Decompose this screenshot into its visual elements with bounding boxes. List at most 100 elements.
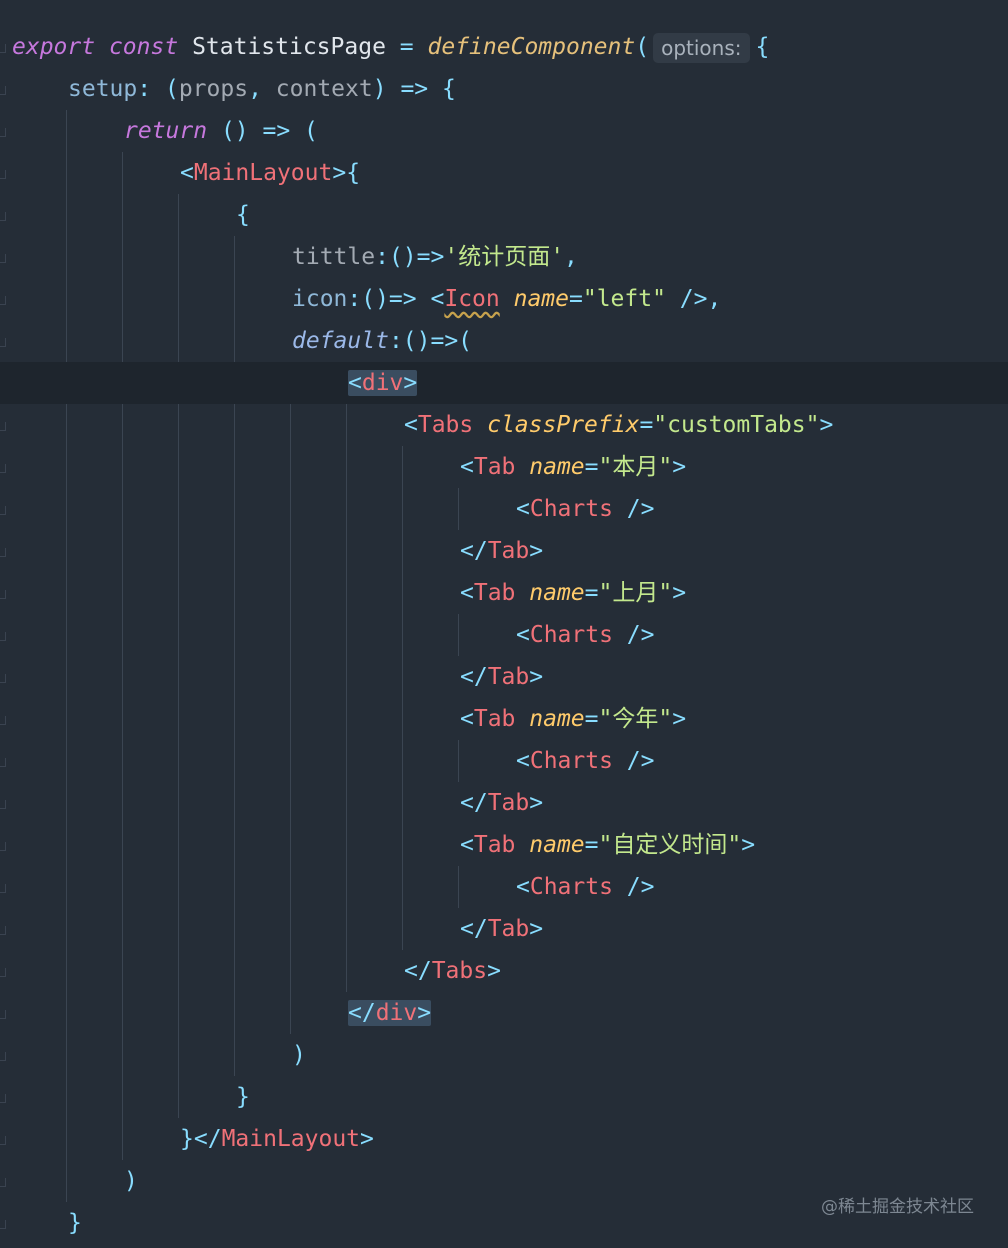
token-bracket: >: [403, 370, 418, 396]
token-tag: Charts: [529, 748, 613, 774]
token-param: props: [178, 76, 249, 102]
token-bracket: </: [193, 1126, 222, 1152]
token-tag: Tab: [473, 832, 516, 858]
code-line-17[interactable]: <Tab name="今年">: [0, 698, 1008, 740]
code-line-25[interactable]: ): [0, 1034, 1008, 1076]
token-paren: ): [124, 1168, 138, 1194]
token-arrow: =>: [400, 76, 429, 102]
code-line-5[interactable]: {: [0, 194, 1008, 236]
token-attribute: name: [529, 454, 585, 480]
token-bracket: <: [460, 454, 474, 480]
token-function: defineComponent: [427, 34, 636, 60]
token-keyword: const: [108, 34, 179, 60]
code-line-7[interactable]: icon:()=> <Icon name="left" />,: [0, 278, 1008, 320]
token-bracket: >: [819, 412, 834, 438]
token-tag: div: [375, 1000, 418, 1026]
code-line-23[interactable]: </Tabs>: [0, 950, 1008, 992]
token-brace: }: [236, 1084, 250, 1110]
code-line-4[interactable]: <MainLayout>{: [0, 152, 1008, 194]
token-brace: {: [755, 34, 770, 60]
token-string: "customTabs": [653, 412, 820, 438]
code-line-8[interactable]: default:()=>(: [0, 320, 1008, 362]
token-bracket: >: [672, 580, 687, 606]
code-line-22[interactable]: </Tab>: [0, 908, 1008, 950]
token-attribute: name: [529, 580, 585, 606]
token-punct: () => (: [220, 118, 318, 144]
token-string: "自定义时间": [598, 832, 742, 858]
token-brace: }: [180, 1126, 194, 1152]
code-line-14[interactable]: <Tab name="上月">: [0, 572, 1008, 614]
token-tag: Tab: [487, 538, 530, 564]
code-line-1[interactable]: export const StatisticsPage = defineComp…: [0, 26, 1008, 68]
token-attribute: name: [529, 706, 585, 732]
token-identifier: StatisticsPage: [192, 34, 386, 60]
token-bracket: >: [672, 706, 687, 732]
token-tag: Charts: [529, 874, 613, 900]
token-attribute: name: [513, 286, 569, 312]
token-bracket: </: [460, 664, 488, 690]
code-line-11[interactable]: <Tab name="本月">: [0, 446, 1008, 488]
token-bracket: <: [460, 706, 474, 732]
token-operator: =: [399, 34, 414, 60]
token-comma: ,: [248, 76, 262, 102]
token-attribute: classPrefix: [487, 412, 640, 438]
token-tag: MainLayout: [221, 1126, 361, 1152]
token-paren: ): [372, 76, 387, 102]
token-colon: :: [137, 76, 152, 102]
code-line-18[interactable]: <Charts />: [0, 740, 1008, 782]
code-line-19[interactable]: </Tab>: [0, 782, 1008, 824]
token-bracket: />: [612, 748, 655, 774]
token-punct: :()=>: [347, 286, 431, 312]
token-tag: Tab: [473, 580, 516, 606]
token-bracket: />: [612, 496, 655, 522]
token-bracket: <: [460, 832, 474, 858]
code-line-9-current[interactable]: <div>: [0, 362, 1008, 404]
token-bracket: >: [672, 454, 687, 480]
token-paren: (: [635, 34, 650, 60]
token-operator: =: [584, 454, 599, 480]
code-line-26[interactable]: }: [0, 1076, 1008, 1118]
code-editor[interactable]: export const StatisticsPage = defineComp…: [0, 0, 1008, 1248]
token-bracket: >: [529, 664, 544, 690]
token-key: tittle: [292, 244, 376, 270]
code-line-16[interactable]: </Tab>: [0, 656, 1008, 698]
token-bracket: <: [516, 874, 530, 900]
token-bracket: </: [404, 958, 432, 984]
token-key: icon: [292, 286, 348, 312]
token-tag: Tabs: [431, 958, 488, 984]
watermark: @稀土掘金技术社区: [821, 1197, 974, 1217]
code-line-3[interactable]: return () => (: [0, 110, 1008, 152]
token-string: "本月": [598, 454, 673, 480]
token-bracket: <: [430, 286, 445, 312]
token-tag: div: [361, 370, 404, 396]
code-line-13[interactable]: </Tab>: [0, 530, 1008, 572]
token-bracket: <: [348, 370, 362, 396]
token-brace: {: [442, 76, 456, 102]
code-line-2[interactable]: setup: (props, context) => {: [0, 68, 1008, 110]
code-line-10[interactable]: <Tabs classPrefix="customTabs">: [0, 404, 1008, 446]
code-line-15[interactable]: <Charts />: [0, 614, 1008, 656]
token-param: context: [275, 76, 373, 102]
token-bracket: <: [460, 580, 474, 606]
code-line-12[interactable]: <Charts />: [0, 488, 1008, 530]
token-tag: Charts: [529, 496, 613, 522]
code-line-21[interactable]: <Charts />: [0, 866, 1008, 908]
token-bracket: <: [516, 622, 530, 648]
token-tag: Charts: [529, 622, 613, 648]
token-brace: {: [346, 160, 361, 186]
token-tag: Icon: [444, 286, 500, 312]
token-bracket: >: [417, 1000, 432, 1026]
token-keyword: return: [124, 118, 208, 144]
token-string: "今年": [598, 706, 673, 732]
code-line-20[interactable]: <Tab name="自定义时间">: [0, 824, 1008, 866]
token-tag: Tab: [487, 916, 530, 942]
code-line-6[interactable]: tittle:()=>'统计页面',: [0, 236, 1008, 278]
token-bracket: </: [460, 916, 488, 942]
token-bracket: </: [460, 538, 488, 564]
token-bracket: >: [360, 1126, 374, 1152]
code-line-24[interactable]: </div>: [0, 992, 1008, 1034]
code-line-27[interactable]: }</MainLayout>: [0, 1118, 1008, 1160]
token-brace: {: [236, 202, 250, 228]
token-comma: ,: [564, 244, 578, 270]
token-bracket: >: [741, 832, 756, 858]
